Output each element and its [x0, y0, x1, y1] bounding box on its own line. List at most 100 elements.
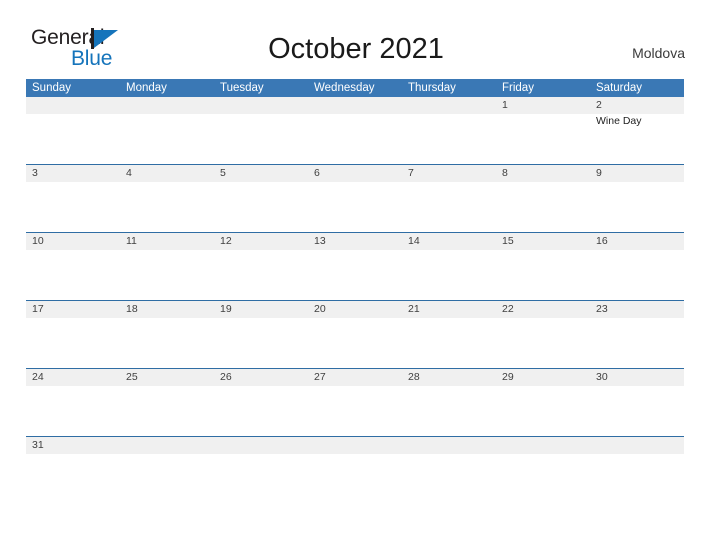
day-cell-content: 8	[496, 165, 590, 232]
day-number: 10	[26, 233, 120, 250]
day-number	[308, 97, 402, 114]
calendar-day-cell[interactable]: 28	[402, 368, 496, 437]
calendar-day-cell[interactable]: 26	[214, 368, 308, 437]
day-number	[308, 437, 402, 454]
day-number: 11	[120, 233, 214, 250]
weekday-header-tuesday: Tuesday	[214, 79, 308, 97]
day-cell-content: 11	[120, 233, 214, 300]
calendar-day-cell[interactable]: 23	[590, 300, 684, 369]
day-cell-content: 29	[496, 369, 590, 436]
day-events: Wine Day	[590, 114, 684, 128]
day-cell-content: 31	[26, 437, 120, 473]
calendar-week-row: 17 18 19 20 21 22 23	[26, 300, 684, 369]
page-title: October 2021	[268, 33, 444, 65]
day-cell-content	[402, 97, 496, 164]
day-number: 1	[496, 97, 590, 114]
calendar-table: Sunday Monday Tuesday Wednesday Thursday Frid…	[26, 79, 684, 473]
day-number	[26, 97, 120, 114]
day-number: 14	[402, 233, 496, 250]
day-cell-content	[308, 97, 402, 164]
day-cell-content: 30	[590, 369, 684, 436]
day-cell-content: 24	[26, 369, 120, 436]
calendar-week-row: 10 11 12 13 14 15 16	[26, 232, 684, 301]
day-number: 3	[26, 165, 120, 182]
calendar-header-row: Sunday Monday Tuesday Wednesday Thursday Frid…	[26, 79, 684, 97]
calendar-day-cell[interactable]: 12	[214, 232, 308, 301]
calendar-day-cell[interactable]: 15	[496, 232, 590, 301]
calendar-empty-cell	[26, 97, 120, 165]
day-number: 18	[120, 301, 214, 318]
day-cell-content: 26	[214, 369, 308, 436]
calendar-empty-cell	[214, 436, 308, 473]
calendar-day-cell[interactable]: 13	[308, 232, 402, 301]
day-cell-content: 7	[402, 165, 496, 232]
day-number: 24	[26, 369, 120, 386]
calendar-day-cell[interactable]: 3	[26, 164, 120, 233]
calendar-day-cell[interactable]: 5	[214, 164, 308, 233]
calendar-day-cell[interactable]: 14	[402, 232, 496, 301]
region-label: Moldova	[632, 45, 685, 61]
calendar-day-cell[interactable]: 2 Wine Day	[590, 97, 684, 165]
day-cell-content: 14	[402, 233, 496, 300]
day-number: 8	[496, 165, 590, 182]
day-cell-content: 3	[26, 165, 120, 232]
calendar-day-cell[interactable]: 29	[496, 368, 590, 437]
day-number: 6	[308, 165, 402, 182]
calendar-day-cell[interactable]: 6	[308, 164, 402, 233]
calendar-empty-cell	[402, 97, 496, 165]
calendar-day-cell[interactable]: 1	[496, 97, 590, 165]
weekday-header-saturday: Saturday	[590, 79, 684, 97]
day-number: 17	[26, 301, 120, 318]
calendar-week-row: 24 25 26 27 28 29 30	[26, 368, 684, 437]
calendar-day-cell[interactable]: 9	[590, 164, 684, 233]
day-cell-content	[120, 97, 214, 164]
calendar-week-row: 31	[26, 436, 684, 473]
calendar-body: 1 2 Wine Day 3 4 5 6 7 8 9 10 11 12 13 14 15 16 17 18 19 20 2…	[26, 97, 684, 473]
calendar-day-cell[interactable]: 30	[590, 368, 684, 437]
calendar-day-cell[interactable]: 16	[590, 232, 684, 301]
calendar-day-cell[interactable]: 27	[308, 368, 402, 437]
day-number: 5	[214, 165, 308, 182]
calendar-day-cell[interactable]: 21	[402, 300, 496, 369]
day-number: 29	[496, 369, 590, 386]
calendar-day-cell[interactable]: 31	[26, 436, 120, 473]
calendar-day-cell[interactable]: 4	[120, 164, 214, 233]
weekday-header-wednesday: Wednesday	[308, 79, 402, 97]
calendar-day-cell[interactable]: 10	[26, 232, 120, 301]
calendar-day-cell[interactable]: 19	[214, 300, 308, 369]
day-number: 7	[402, 165, 496, 182]
day-cell-content: 17	[26, 301, 120, 368]
day-cell-content: 20	[308, 301, 402, 368]
calendar-day-cell[interactable]: 7	[402, 164, 496, 233]
calendar-day-cell[interactable]: 8	[496, 164, 590, 233]
day-cell-content: 15	[496, 233, 590, 300]
day-cell-content: 13	[308, 233, 402, 300]
day-cell-content: 16	[590, 233, 684, 300]
day-number: 30	[590, 369, 684, 386]
day-cell-content: 18	[120, 301, 214, 368]
day-number: 21	[402, 301, 496, 318]
day-number: 13	[308, 233, 402, 250]
day-cell-content	[120, 437, 214, 473]
day-number: 23	[590, 301, 684, 318]
day-number: 9	[590, 165, 684, 182]
calendar-day-cell[interactable]: 17	[26, 300, 120, 369]
calendar-day-cell[interactable]: 22	[496, 300, 590, 369]
calendar-day-cell[interactable]: 11	[120, 232, 214, 301]
day-number: 16	[590, 233, 684, 250]
weekday-header-monday: Monday	[120, 79, 214, 97]
calendar-day-cell[interactable]: 25	[120, 368, 214, 437]
calendar-day-cell[interactable]: 24	[26, 368, 120, 437]
day-number	[402, 97, 496, 114]
calendar-day-cell[interactable]: 20	[308, 300, 402, 369]
calendar-day-cell[interactable]: 18	[120, 300, 214, 369]
page-header: General Blue October 2021 Moldova	[0, 0, 712, 69]
day-cell-content: 22	[496, 301, 590, 368]
day-cell-content: 6	[308, 165, 402, 232]
calendar-week-row: 1 2 Wine Day	[26, 97, 684, 165]
day-cell-content	[402, 437, 496, 473]
day-number	[120, 437, 214, 454]
day-number: 25	[120, 369, 214, 386]
day-cell-content: 2 Wine Day	[590, 97, 684, 164]
day-number: 2	[590, 97, 684, 114]
